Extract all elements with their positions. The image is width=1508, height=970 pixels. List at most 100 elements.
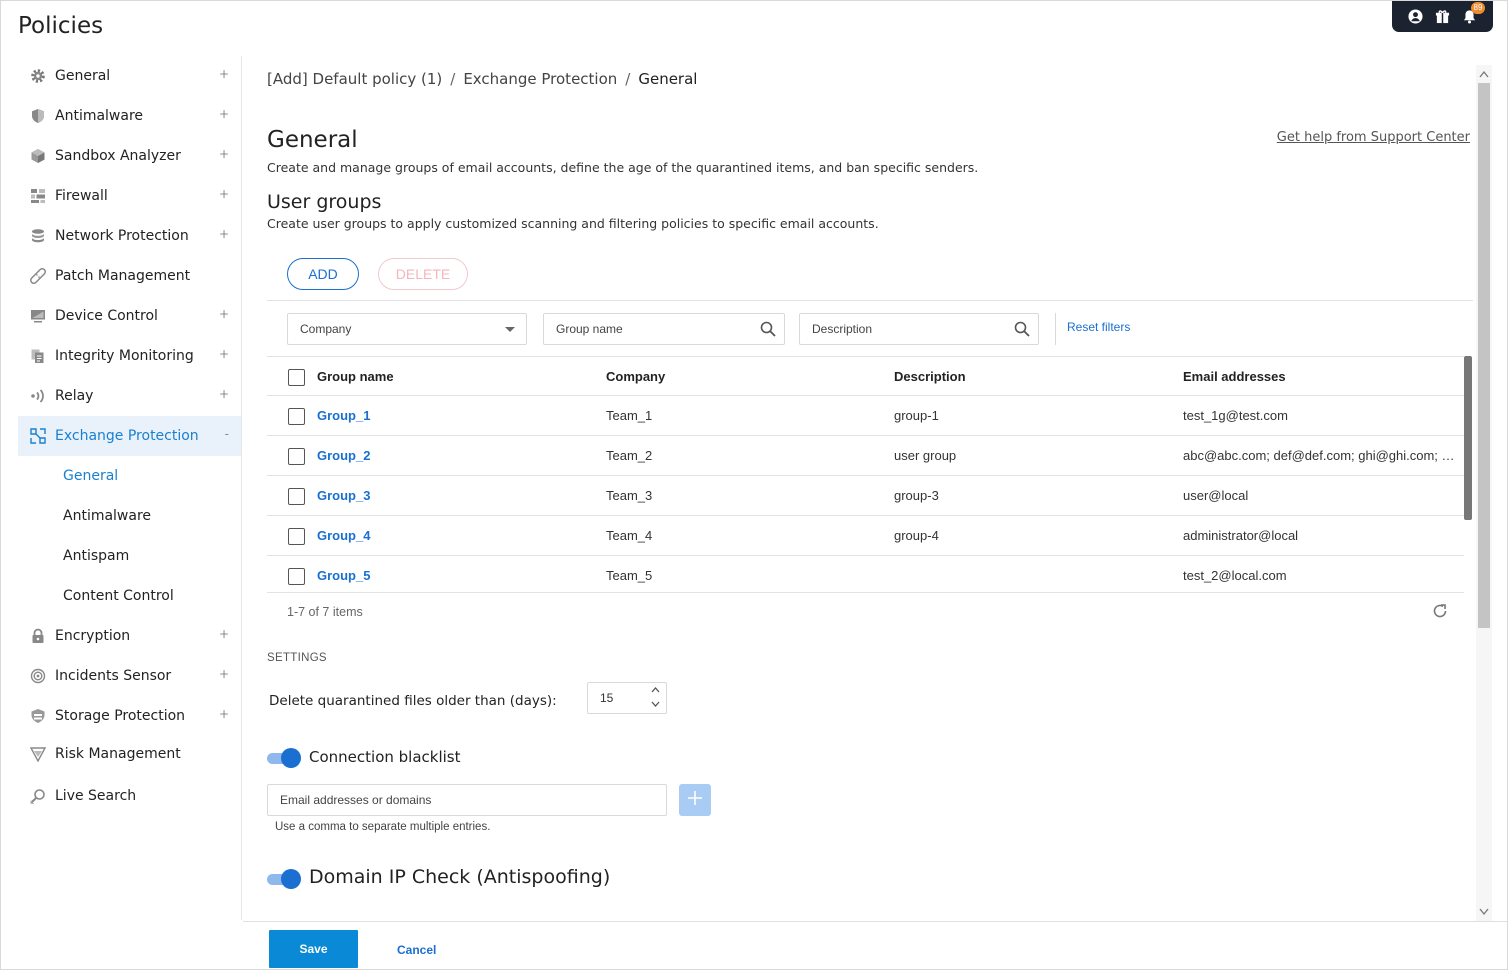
- expand-icon[interactable]: +: [219, 667, 229, 681]
- sidebar-item-risk-management[interactable]: Risk Management: [18, 736, 241, 772]
- sidebar-item-relay[interactable]: Relay +: [18, 376, 241, 416]
- page-title: Policies: [18, 13, 104, 39]
- table-row: Group_3 Team_3 group-3 user@local: [267, 476, 1464, 516]
- delete-button[interactable]: DELETE: [378, 258, 468, 290]
- sidebar-item-firewall[interactable]: Firewall +: [18, 176, 241, 216]
- expand-icon[interactable]: +: [219, 187, 229, 201]
- collapse-icon[interactable]: -: [225, 427, 229, 441]
- group-link[interactable]: Group_2: [317, 448, 587, 463]
- company-cell: Team_4: [606, 528, 653, 543]
- expand-icon[interactable]: +: [219, 67, 229, 81]
- group-link[interactable]: Group_5: [317, 568, 587, 583]
- sidebar-item-antimalware[interactable]: Antimalware +: [18, 96, 241, 136]
- reset-filters-link[interactable]: Reset filters: [1067, 320, 1130, 334]
- filter-divider: [1055, 313, 1056, 345]
- sidebar-item-live-search[interactable]: Live Search: [18, 772, 241, 820]
- stepper-up-icon[interactable]: [651, 686, 660, 696]
- row-checkbox[interactable]: [288, 488, 305, 505]
- shield-icon: [30, 108, 46, 124]
- expand-icon[interactable]: +: [219, 347, 229, 361]
- gift-icon[interactable]: [1434, 8, 1452, 26]
- select-all-checkbox[interactable]: [288, 369, 305, 386]
- sidebar-subitem-content-control[interactable]: Content Control: [18, 576, 241, 616]
- main-scrollbar[interactable]: [1476, 65, 1492, 921]
- database-icon: [30, 228, 46, 244]
- email-cell: administrator@local: [1183, 528, 1299, 543]
- risk-icon: [30, 746, 46, 762]
- description-filter[interactable]: Description: [799, 313, 1039, 345]
- column-header-group-name[interactable]: Group name: [317, 369, 587, 384]
- expand-icon[interactable]: +: [219, 227, 229, 241]
- table-row: Group_4 Team_4 group-4 administrator@loc…: [267, 516, 1464, 556]
- expand-icon[interactable]: +: [219, 707, 229, 721]
- refresh-icon[interactable]: [1432, 603, 1448, 619]
- description-cell: group-1: [894, 408, 939, 423]
- expand-icon[interactable]: +: [219, 627, 229, 641]
- sidebar-item-sandbox-analyzer[interactable]: Sandbox Analyzer +: [18, 136, 241, 176]
- domain-ip-check-toggle[interactable]: [267, 868, 303, 890]
- breadcrumb-item-policy[interactable]: [Add] Default policy (1): [267, 70, 442, 88]
- row-checkbox[interactable]: [288, 568, 305, 585]
- column-header-company[interactable]: Company: [606, 369, 876, 384]
- group-link[interactable]: Group_4: [317, 528, 587, 543]
- sidebar-subitem-antispam[interactable]: Antispam: [18, 536, 241, 576]
- cancel-button[interactable]: Cancel: [397, 943, 436, 957]
- sidebar-subitem-antimalware[interactable]: Antimalware: [18, 496, 241, 536]
- search-icon[interactable]: [1014, 321, 1030, 337]
- save-button[interactable]: Save: [269, 930, 358, 968]
- group-link[interactable]: Group_3: [317, 488, 587, 503]
- table-scrollbar[interactable]: [1464, 356, 1472, 592]
- sidebar-item-device-control[interactable]: Device Control +: [18, 296, 241, 336]
- sidebar-item-general[interactable]: General +: [18, 56, 241, 96]
- breadcrumb: [Add] Default policy (1) / Exchange Protec…: [267, 70, 698, 88]
- add-entry-button[interactable]: [679, 784, 711, 816]
- search-icon[interactable]: [760, 321, 776, 337]
- user-icon[interactable]: [1407, 8, 1425, 26]
- storage-icon: [30, 708, 46, 724]
- user-groups-title: User groups: [267, 191, 382, 213]
- column-header-description[interactable]: Description: [894, 369, 1164, 384]
- expand-icon[interactable]: +: [219, 107, 229, 121]
- company-filter[interactable]: Company: [287, 313, 527, 345]
- notification-badge: 89: [1470, 1, 1486, 14]
- sidebar-item-network-protection[interactable]: Network Protection +: [18, 216, 241, 256]
- expand-icon[interactable]: +: [219, 307, 229, 321]
- sidebar-item-patch-management[interactable]: Patch Management: [18, 256, 241, 296]
- delete-quarantined-label: Delete quarantined files older than (day…: [269, 693, 557, 709]
- email-cell: abc@abc.com; def@def.com; ghi@ghi.com; j…: [1183, 448, 1455, 463]
- divider: [267, 300, 1473, 301]
- user-groups-table: Group name Company Description Email add…: [267, 356, 1464, 593]
- sidebar-item-incidents-sensor[interactable]: Incidents Sensor +: [18, 656, 241, 696]
- exchange-icon: [30, 428, 46, 444]
- connection-blacklist-toggle[interactable]: [267, 747, 303, 769]
- domain-ip-check-label: Domain IP Check (Antispoofing): [309, 866, 611, 888]
- row-checkbox[interactable]: [288, 408, 305, 425]
- row-checkbox[interactable]: [288, 448, 305, 465]
- group-link[interactable]: Group_1: [317, 408, 587, 423]
- email-domains-input[interactable]: Email addresses or domains: [267, 784, 667, 816]
- bandage-icon: [30, 268, 46, 284]
- quarantine-days-stepper[interactable]: 15: [587, 682, 667, 714]
- cube-icon: [30, 148, 46, 164]
- add-button[interactable]: ADD: [287, 258, 359, 290]
- sidebar-item-exchange-protection[interactable]: Exchange Protection -: [18, 416, 241, 456]
- sidebar-subitem-general[interactable]: General: [18, 456, 241, 496]
- expand-icon[interactable]: +: [219, 147, 229, 161]
- breadcrumb-item-exchange-protection[interactable]: Exchange Protection: [463, 70, 617, 88]
- row-checkbox[interactable]: [288, 528, 305, 545]
- table-scrollbar-thumb[interactable]: [1464, 356, 1472, 520]
- support-center-link[interactable]: Get help from Support Center: [1277, 130, 1470, 145]
- stepper-down-icon[interactable]: [651, 700, 660, 710]
- top-toolbar: 89: [1392, 1, 1493, 32]
- column-header-email-addresses[interactable]: Email addresses: [1183, 369, 1455, 384]
- group-name-filter[interactable]: Group name: [543, 313, 785, 345]
- sidebar-item-storage-protection[interactable]: Storage Protection +: [18, 696, 241, 736]
- sidebar-item-integrity-monitoring[interactable]: Integrity Monitoring +: [18, 336, 241, 376]
- bell-icon[interactable]: 89: [1461, 1, 1486, 26]
- expand-icon[interactable]: +: [219, 387, 229, 401]
- section-title: General: [267, 127, 358, 153]
- company-cell: Team_5: [606, 568, 653, 583]
- description-cell: group-4: [894, 528, 939, 543]
- email-cell: test_1g@test.com: [1183, 408, 1288, 423]
- sidebar-item-encryption[interactable]: Encryption +: [18, 616, 241, 656]
